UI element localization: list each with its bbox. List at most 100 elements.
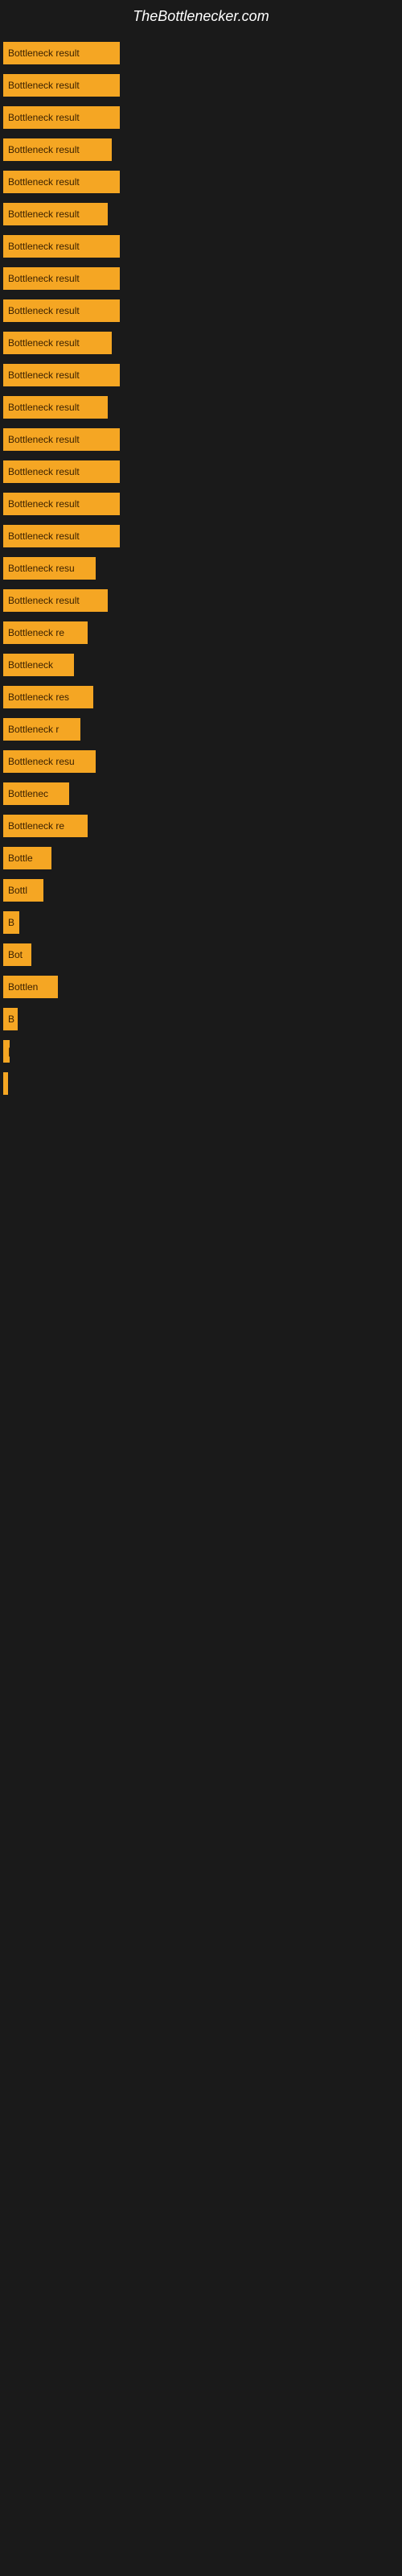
bar-16: Bottleneck resu <box>3 557 96 580</box>
bar-18: Bottleneck re <box>3 621 88 644</box>
bar-label-21: Bottleneck r <box>8 724 59 735</box>
bar-29: Bottlen <box>3 976 58 998</box>
bar-row: Bottlenec <box>0 778 402 810</box>
bar-row: Bot <box>0 939 402 971</box>
bar-19: Bottleneck <box>3 654 74 676</box>
bar-9: Bottleneck result <box>3 332 112 354</box>
bar-label-28: Bot <box>8 949 23 960</box>
bars-container: Bottleneck result Bottleneck result Bottle… <box>0 29 402 1108</box>
bar-20: Bottleneck res <box>3 686 93 708</box>
bar-6: Bottleneck result <box>3 235 120 258</box>
bar-row: Bottleneck result <box>0 230 402 262</box>
bar-row: Bottleneck result <box>0 166 402 198</box>
bar-label-4: Bottleneck result <box>8 176 80 188</box>
bar-label-0: Bottleneck result <box>8 47 80 59</box>
bar-3: Bottleneck result <box>3 138 112 161</box>
bar-label-15: Bottleneck result <box>8 530 80 542</box>
bar-row: Bottleneck result <box>0 295 402 327</box>
bar-row: Bottle <box>0 842 402 874</box>
bar-26: Bottl <box>3 879 43 902</box>
bar-0: Bottleneck result <box>3 42 120 64</box>
bar-label-10: Bottleneck result <box>8 369 80 381</box>
bar-row: Bottleneck re <box>0 617 402 649</box>
bar-label-30: B <box>8 1013 14 1025</box>
bar-25: Bottle <box>3 847 51 869</box>
bar-row: Bottleneck result <box>0 198 402 230</box>
bar-11: Bottleneck result <box>3 396 108 419</box>
bar-30: B <box>3 1008 18 1030</box>
bar-row: Bottleneck <box>0 649 402 681</box>
bar-row: Bottleneck result <box>0 584 402 617</box>
bar-32: ▌ <box>3 1072 8 1095</box>
bar-row: Bottleneck result <box>0 488 402 520</box>
bar-label-3: Bottleneck result <box>8 144 80 155</box>
bar-row: Bottleneck resu <box>0 552 402 584</box>
bar-row: Bottleneck result <box>0 456 402 488</box>
bar-label-25: Bottle <box>8 852 33 864</box>
bar-8: Bottleneck result <box>3 299 120 322</box>
bar-28: Bot <box>3 943 31 966</box>
bar-row: Bottleneck result <box>0 391 402 423</box>
bar-22: Bottleneck resu <box>3 750 96 773</box>
bar-row: Bottleneck resu <box>0 745 402 778</box>
bar-2: Bottleneck result <box>3 106 120 129</box>
bar-row: Bottleneck result <box>0 520 402 552</box>
bar-row: Bottleneck result <box>0 262 402 295</box>
bar-row: Bottlen <box>0 971 402 1003</box>
bar-12: Bottleneck result <box>3 428 120 451</box>
bar-row: Bottl <box>0 874 402 906</box>
bar-label-19: Bottleneck <box>8 659 53 671</box>
bar-label-20: Bottleneck res <box>8 691 69 703</box>
bar-row: | <box>0 1035 402 1067</box>
bar-23: Bottlenec <box>3 782 69 805</box>
bar-row: Bottleneck result <box>0 327 402 359</box>
bar-row: Bottleneck result <box>0 359 402 391</box>
bar-row: Bottleneck r <box>0 713 402 745</box>
bar-label-24: Bottleneck re <box>8 820 64 832</box>
bar-label-1: Bottleneck result <box>8 80 80 91</box>
bar-label-23: Bottlenec <box>8 788 48 799</box>
bar-label-26: Bottl <box>8 885 27 896</box>
bar-row: Bottleneck result <box>0 37 402 69</box>
bar-label-2: Bottleneck result <box>8 112 80 123</box>
site-title: TheBottlenecker.com <box>0 0 402 29</box>
bar-row: Bottleneck re <box>0 810 402 842</box>
bar-27: B <box>3 911 19 934</box>
bar-label-5: Bottleneck result <box>8 208 80 220</box>
bar-row: Bottleneck res <box>0 681 402 713</box>
bar-14: Bottleneck result <box>3 493 120 515</box>
bar-5: Bottleneck result <box>3 203 108 225</box>
bar-13: Bottleneck result <box>3 460 120 483</box>
bar-row: B <box>0 1003 402 1035</box>
bar-17: Bottleneck result <box>3 589 108 612</box>
bar-row: B <box>0 906 402 939</box>
bar-row: Bottleneck result <box>0 69 402 101</box>
bar-label-22: Bottleneck resu <box>8 756 75 767</box>
bar-1: Bottleneck result <box>3 74 120 97</box>
bar-row: ▌ <box>0 1067 402 1100</box>
bar-label-6: Bottleneck result <box>8 241 80 252</box>
bar-label-11: Bottleneck result <box>8 402 80 413</box>
bar-label-7: Bottleneck result <box>8 273 80 284</box>
bar-label-18: Bottleneck re <box>8 627 64 638</box>
bar-row: Bottleneck result <box>0 423 402 456</box>
bar-10: Bottleneck result <box>3 364 120 386</box>
bar-label-31: | <box>8 1046 10 1057</box>
bar-label-29: Bottlen <box>8 981 38 993</box>
bar-label-17: Bottleneck result <box>8 595 80 606</box>
bar-row: Bottleneck result <box>0 134 402 166</box>
bar-31: | <box>3 1040 10 1063</box>
bar-label-12: Bottleneck result <box>8 434 80 445</box>
bar-label-13: Bottleneck result <box>8 466 80 477</box>
bar-label-27: B <box>8 917 14 928</box>
bar-15: Bottleneck result <box>3 525 120 547</box>
bar-7: Bottleneck result <box>3 267 120 290</box>
bar-label-14: Bottleneck result <box>8 498 80 510</box>
bar-row: Bottleneck result <box>0 101 402 134</box>
bar-label-16: Bottleneck resu <box>8 563 75 574</box>
bar-4: Bottleneck result <box>3 171 120 193</box>
bar-21: Bottleneck r <box>3 718 80 741</box>
bar-label-8: Bottleneck result <box>8 305 80 316</box>
bar-label-9: Bottleneck result <box>8 337 80 349</box>
bar-24: Bottleneck re <box>3 815 88 837</box>
